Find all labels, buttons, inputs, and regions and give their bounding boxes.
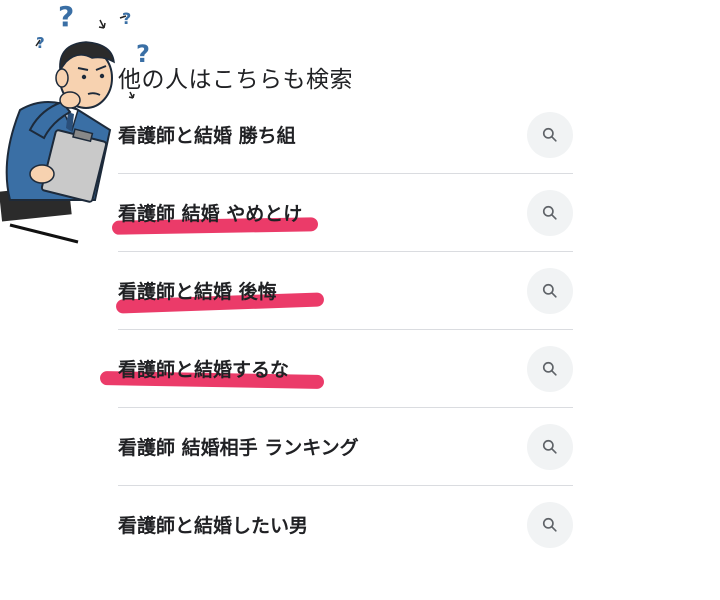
search-icon[interactable] (527, 345, 573, 392)
confused-man-illustration: ? ? ? ? (0, 0, 150, 244)
related-search-item[interactable]: 看護師と結婚するな (99, 330, 573, 408)
search-icon[interactable] (527, 501, 573, 548)
question-mark-icon: ? (136, 40, 150, 68)
question-mark-icon: ? (58, 0, 74, 33)
search-icon[interactable] (527, 189, 573, 236)
related-search-label: 看護師と結婚 後悔 (118, 281, 277, 303)
related-search-item[interactable]: 看護師と結婚したい男 (118, 486, 573, 563)
related-search-item[interactable]: 看護師と結婚 勝ち組 (118, 96, 573, 174)
related-search-item[interactable]: 看護師と結婚 後悔 (115, 252, 573, 330)
search-icon[interactable] (527, 111, 573, 158)
search-icon[interactable] (527, 267, 573, 314)
search-icon[interactable] (527, 423, 573, 470)
related-search-label: 看護師と結婚したい男 (118, 515, 309, 537)
related-search-label: 看護師 結婚相手 ランキング (118, 437, 359, 459)
related-search-label: 看護師と結婚するな (118, 359, 290, 381)
related-search-item[interactable]: 看護師 結婚相手 ランキング (118, 408, 573, 486)
related-searches-list: 看護師と結婚 勝ち組 看護師 結婚 やめとけ 看護師と結婚 後悔 看護師と結婚す… (99, 96, 573, 563)
related-search-item[interactable]: 看護師 結婚 やめとけ (111, 174, 573, 252)
question-mark-icon: ? (122, 9, 131, 28)
